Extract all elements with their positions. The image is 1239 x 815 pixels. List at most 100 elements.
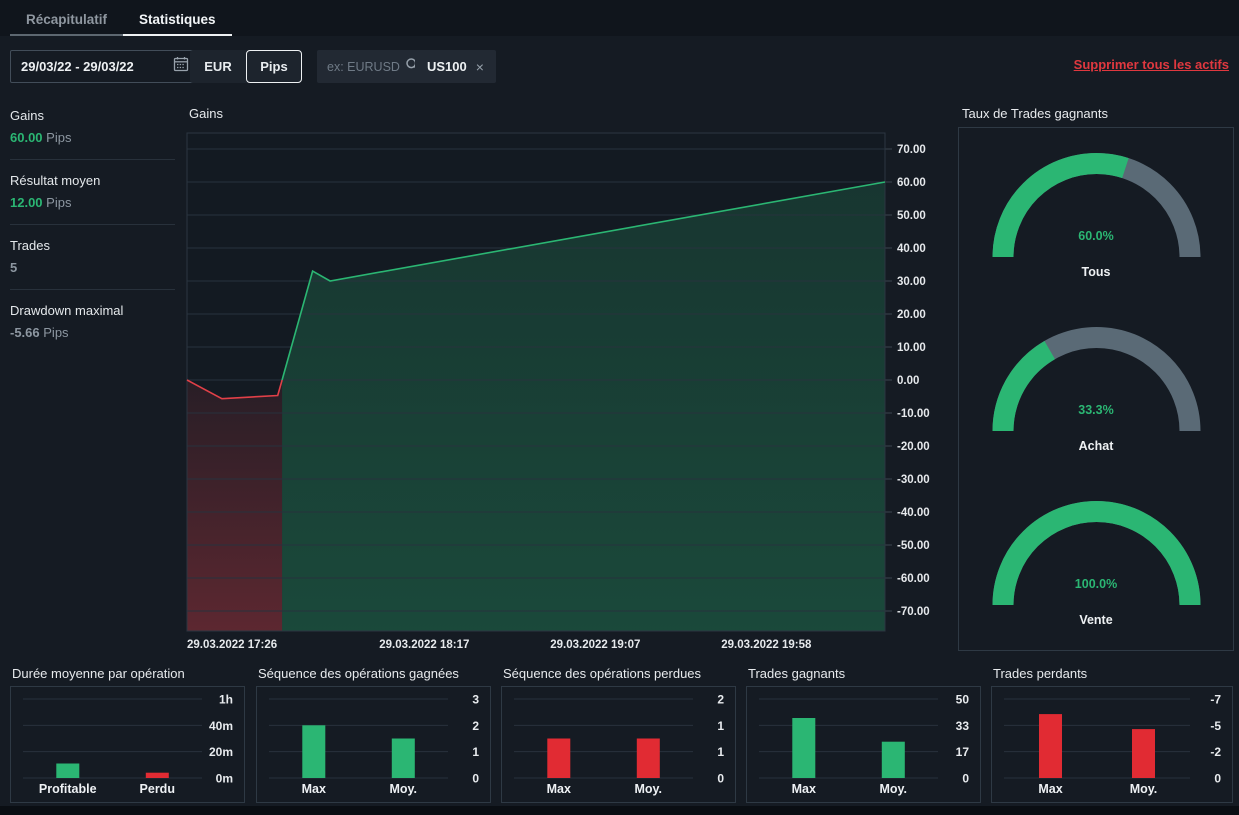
svg-text:29.03.2022 19:07: 29.03.2022 19:07 [550, 639, 640, 651]
win-rate-gauges: 60.0% Tous 33.3% Achat 100.0% Vente [958, 127, 1234, 651]
svg-text:0m: 0m [216, 772, 233, 786]
svg-text:2: 2 [472, 719, 479, 733]
gains-line-chart: 70.00 60.00 50.00 40.00 30.00 20.00 10.00 0.00 -… [186, 132, 930, 651]
svg-text:Moy.: Moy. [389, 782, 417, 796]
winning-trades-chart: 0 17 33 50 Max Moy. [746, 686, 981, 803]
tab-recapitulatif[interactable]: Récapitulatif [10, 3, 124, 36]
svg-text:Profitable: Profitable [39, 782, 97, 796]
svg-text:-30.00: -30.00 [897, 474, 930, 486]
svg-text:Max: Max [1038, 782, 1062, 796]
svg-text:10.00: 10.00 [897, 342, 926, 354]
svg-text:20.00: 20.00 [897, 309, 926, 321]
svg-text:2: 2 [717, 693, 724, 707]
svg-text:0: 0 [472, 772, 479, 786]
gauge-value: 60.0% [1078, 229, 1114, 243]
panel-losing-trades: Trades perdants 0 -2 -5 -7 Max Moy. [991, 666, 1233, 803]
win-rate-title: Taux de Trades gagnants [962, 106, 1108, 121]
gauge-value: 100.0% [1074, 577, 1118, 591]
date-range-value: 29/03/22 - 29/03/22 [21, 59, 134, 74]
gauge-label: Vente [1079, 613, 1113, 627]
losing-streak-chart: 0 1 1 2 Max Moy. [501, 686, 736, 803]
svg-text:-5: -5 [1210, 719, 1221, 733]
asset-tag-label: US100 [427, 59, 467, 74]
svg-text:Moy.: Moy. [879, 782, 907, 796]
svg-text:Moy.: Moy. [1130, 782, 1158, 796]
winning-streak-chart: 0 1 2 3 Max Moy. [256, 686, 491, 803]
stat-trades-value: 5 [10, 260, 18, 275]
calendar-icon[interactable] [173, 56, 189, 77]
svg-text:60.00: 60.00 [897, 177, 926, 189]
panel-winning-trades: Trades gagnants 0 17 33 50 Max Moy. [746, 666, 981, 803]
stat-avg-result: Résultat moyen 12.00 Pips [10, 159, 175, 224]
summary-stats: Gains 60.00 Pips Résultat moyen 12.00 Pi… [10, 95, 175, 354]
svg-text:20m: 20m [209, 745, 233, 759]
svg-text:-50.00: -50.00 [897, 540, 930, 552]
gauge-value: 33.3% [1078, 403, 1114, 417]
gains-chart-title: Gains [189, 106, 223, 121]
svg-text:33: 33 [956, 719, 970, 733]
svg-text:Max: Max [547, 782, 571, 796]
svg-text:29.03.2022 19:58: 29.03.2022 19:58 [721, 639, 812, 651]
asset-search [317, 50, 428, 83]
svg-text:Max: Max [302, 782, 326, 796]
gauge-label: Achat [1078, 439, 1114, 453]
stat-avg-result-value: 12.00 [10, 195, 43, 210]
stat-trades: Trades 5 [10, 224, 175, 289]
panel-winning-streak: Séquence des opérations gagnées 0 1 2 3 Max M… [256, 666, 491, 803]
panel-losing-streak: Séquence des opérations perdues 0 1 1 2 Max M… [501, 666, 736, 803]
svg-text:1: 1 [717, 745, 724, 759]
svg-text:Moy.: Moy. [634, 782, 662, 796]
svg-text:0: 0 [962, 772, 969, 786]
tab-bar: Récapitulatif Statistiques [0, 0, 1239, 36]
svg-text:29.03.2022 18:17: 29.03.2022 18:17 [379, 639, 469, 651]
tab-statistiques[interactable]: Statistiques [123, 3, 232, 36]
svg-text:-20.00: -20.00 [897, 441, 930, 453]
svg-text:17: 17 [956, 745, 970, 759]
svg-text:40m: 40m [209, 719, 233, 733]
unit-toggle: EUR Pips [190, 50, 302, 83]
losing-trades-chart: 0 -2 -5 -7 Max Moy. [991, 686, 1233, 803]
clear-all-assets-link[interactable]: Supprimer tous les actifs [1074, 57, 1229, 72]
svg-text:-40.00: -40.00 [897, 507, 930, 519]
svg-text:-70.00: -70.00 [897, 606, 930, 618]
svg-text:30.00: 30.00 [897, 276, 926, 288]
svg-text:40.00: 40.00 [897, 243, 926, 255]
gauge-label: Tous [1081, 265, 1111, 279]
svg-text:Max: Max [792, 782, 816, 796]
avg-duration-chart: 0m 20m 40m 1h Profitable Perdu [10, 686, 245, 803]
asset-tag-us100[interactable]: US100 × [415, 50, 496, 83]
svg-text:-10.00: -10.00 [897, 408, 930, 420]
statistics-page: Récapitulatif Statistiques 29/03/22 - 29… [0, 0, 1239, 815]
svg-text:0: 0 [1214, 772, 1221, 786]
svg-text:1: 1 [717, 719, 724, 733]
svg-text:0.00: 0.00 [897, 375, 919, 387]
gauge-tous: 60.0% Tous [992, 151, 1201, 279]
unit-pips-button[interactable]: Pips [246, 50, 302, 83]
bottom-edge [0, 806, 1239, 815]
svg-text:50: 50 [956, 693, 970, 707]
svg-text:0: 0 [717, 772, 724, 786]
gauge-achat: 33.3% Achat [992, 325, 1201, 453]
svg-text:50.00: 50.00 [897, 210, 926, 222]
svg-text:29.03.2022 17:26: 29.03.2022 17:26 [187, 639, 277, 651]
svg-text:1: 1 [472, 745, 479, 759]
panel-avg-duration: Durée moyenne par opération 0m 20m 40m 1h Pr… [10, 666, 245, 803]
svg-text:1h: 1h [219, 693, 233, 707]
remove-asset-icon[interactable]: × [476, 59, 484, 75]
stat-max-drawdown: Drawdown maximal -5.66 Pips [10, 289, 175, 354]
currency-eur-button[interactable]: EUR [190, 50, 246, 83]
stat-gains-value: 60.00 [10, 130, 43, 145]
gauge-vente: 100.0% Vente [992, 499, 1201, 627]
svg-text:-60.00: -60.00 [897, 573, 930, 585]
svg-text:70.00: 70.00 [897, 144, 926, 156]
svg-text:Perdu: Perdu [140, 782, 175, 796]
date-range-picker[interactable]: 29/03/22 - 29/03/22 [10, 50, 200, 83]
svg-text:-2: -2 [1210, 745, 1221, 759]
svg-text:-7: -7 [1210, 693, 1221, 707]
gains-chart-panel: Gains 70.00 60.00 50.00 40.00 30.00 20.00 10.0… [185, 103, 950, 662]
win-rate-panel: Taux de Trades gagnants 60.0% Tous 33.3% Ac… [958, 103, 1234, 651]
asset-search-input[interactable] [325, 58, 405, 75]
filter-bar: 29/03/22 - 29/03/22 EUR Pips ex: EURUSD … [0, 48, 1239, 84]
stat-gains: Gains 60.00 Pips [10, 108, 72, 145]
svg-text:3: 3 [472, 693, 479, 707]
